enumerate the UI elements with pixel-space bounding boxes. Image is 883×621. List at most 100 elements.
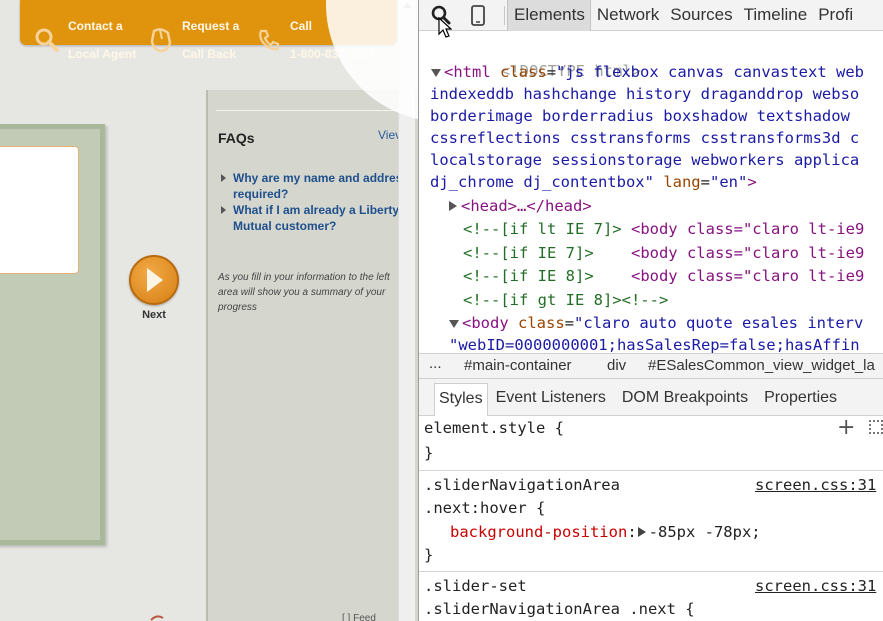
form-input-area[interactable]	[0, 146, 79, 274]
faq-title: FAQs	[218, 130, 255, 146]
html-class-value-2: indexeddb hashchange history draganddrop…	[430, 85, 860, 103]
expand-triangle-icon[interactable]	[449, 201, 457, 211]
tab-timeline[interactable]: Timeline	[738, 0, 813, 31]
dom-html-line-cont[interactable]: localstorage sessionstorage webworkers a…	[430, 149, 859, 171]
element-state-toggle-icon[interactable]	[869, 420, 883, 434]
tab-dom-breakpoints[interactable]: DOM Breakpoints	[618, 383, 752, 416]
next-button[interactable]	[129, 255, 179, 305]
css-rule[interactable]: .slider-set screen.css:31 .sliderNavigat…	[419, 573, 883, 621]
feedback-link[interactable]: [ ] Feed	[342, 613, 376, 621]
dom-breadcrumbs: ... #main-container div #ESalesCommon_vi…	[419, 353, 883, 379]
dom-html-line-cont[interactable]: borderimage borderradius boxshadow texts…	[430, 105, 850, 127]
html-lang-attr: lang	[663, 173, 701, 191]
contact-agent-line1: Contact a	[68, 19, 123, 33]
dom-html-line-end[interactable]: dj_chrome dj_contentbox" lang="en">	[430, 171, 757, 193]
device-mode-phone-icon[interactable]	[466, 3, 490, 27]
faq-item[interactable]: What if I am already a Liberty Mutual cu…	[220, 202, 418, 234]
dom-head-line[interactable]: <head>…</head>	[449, 195, 592, 217]
dom-doctype-line[interactable]: <!DOCTYPE html>	[445, 38, 641, 80]
css-property-value[interactable]: -85px -78px;	[649, 523, 761, 541]
breadcrumb-div[interactable]: div	[607, 357, 626, 374]
rule-selector-line2: .next:hover {	[424, 499, 546, 517]
sidebar-tabs: Styles Event Listeners DOM Breakpoints P…	[419, 379, 883, 416]
rule-selector-line1: .sliderNavigationArea	[424, 476, 620, 494]
expand-value-triangle-icon[interactable]	[637, 527, 646, 537]
tab-profiles[interactable]: Profi	[812, 0, 858, 31]
call-back-line1: Request a	[182, 19, 240, 33]
tab-sources[interactable]: Sources	[664, 0, 737, 31]
dom-body-line[interactable]: <body class="claro auto quote esales int…	[449, 312, 863, 334]
conditional-comment: <!--[if IE 8]>	[463, 267, 622, 285]
tab-network[interactable]: Network	[591, 0, 664, 31]
contact-local-agent-link[interactable]: Contact a Local Agent	[34, 5, 136, 75]
new-style-rule-plus-icon[interactable]: +	[837, 417, 855, 439]
body-tag-name: body	[471, 314, 509, 332]
faq-question: What if I am already a Liberty Mutual cu…	[233, 203, 400, 233]
breadcrumb-ellipsis[interactable]: ...	[429, 355, 442, 372]
tab-properties[interactable]: Properties	[760, 383, 841, 416]
faq-question: Why are my name and addres required?	[233, 171, 403, 201]
css-rule[interactable]: .sliderNavigationArea screen.css:31 .nex…	[419, 472, 883, 572]
web-page-viewport: Contact a Local Agent Request a Call Bac…	[0, 0, 418, 621]
devtools-panel: Elements Network Sources Timeline Profi …	[418, 0, 883, 621]
tab-elements[interactable]: Elements	[507, 0, 591, 31]
faq-divider	[216, 110, 418, 111]
html-class-value-4: cssreflections csstransforms csstransfor…	[430, 129, 860, 147]
contact-agent-line2: Local Agent	[68, 47, 137, 61]
call-phone-number: 1-800-837-5254	[290, 47, 376, 61]
html-lang-value: "en"	[709, 173, 748, 191]
dom-body-line-cont[interactable]: "webID=0000000001;hasSalesRep=false;hasA…	[449, 334, 860, 353]
call-back-line2: Call Back	[182, 47, 237, 61]
page-scrollbar[interactable]	[398, 0, 415, 621]
comment-body-tag: <body class="claro lt-ie9	[630, 267, 865, 285]
request-call-back-link[interactable]: Request a Call Back	[148, 5, 239, 75]
rule-close: }	[424, 546, 434, 564]
element-style-rule[interactable]: element.style { } +	[419, 416, 883, 471]
dom-html-line-cont[interactable]: cssreflections csstransforms csstransfor…	[430, 127, 859, 149]
devtools-toolbar: Elements Network Sources Timeline Profi	[419, 0, 883, 31]
faq-list: Why are my name and addres required? Wha…	[220, 170, 418, 234]
toolbar-divider	[504, 6, 505, 25]
head-collapsed: <head>…</head>	[461, 197, 592, 215]
magnifier-icon	[35, 28, 59, 52]
tab-styles[interactable]: Styles	[434, 383, 488, 416]
dom-html-line[interactable]: <html class="js flexbox canvas canvastex…	[431, 61, 864, 83]
collapse-triangle-icon[interactable]	[449, 320, 459, 328]
conditional-comment: <!--[if IE 7]>	[463, 244, 622, 262]
dom-tree[interactable]: <!DOCTYPE html> <html class="js flexbox …	[419, 31, 883, 353]
html-class-value-3: borderimage borderradius boxshadow texts…	[430, 107, 850, 125]
css-property-line[interactable]: background-position: -85px -78px;	[450, 521, 761, 544]
dom-comment-line[interactable]: <!--[if IE 8]> <body class="claro lt-ie9	[463, 265, 864, 287]
body-webid-value: "webID=0000000001;hasSalesRep=false;hasA…	[449, 336, 860, 353]
call-phone-link[interactable]: Call 1-800-837-5254	[256, 5, 375, 75]
comment-body-tag: <body class="claro lt-ie9	[630, 220, 865, 238]
breadcrumb-widget[interactable]: #ESalesCommon_view_widget_la	[648, 357, 875, 374]
mouse-cursor-icon	[438, 17, 452, 38]
faq-item[interactable]: Why are my name and addres required?	[220, 170, 418, 202]
dom-comment-line[interactable]: <!--[if IE 7]> <body class="claro lt-ie9	[463, 242, 864, 264]
dom-comment-line[interactable]: <!--[if gt IE 8]><!-->	[463, 289, 668, 311]
collapse-triangle-icon[interactable]	[431, 69, 441, 77]
html-class-value-6: dj_chrome dj_contentbox"	[430, 173, 654, 191]
mouse-icon	[150, 28, 172, 53]
dom-html-line-cont[interactable]: indexeddb hashchange history draganddrop…	[430, 83, 859, 105]
rule-source-link[interactable]: screen.css:31	[755, 474, 876, 497]
breadcrumb-main-container[interactable]: #main-container	[464, 357, 572, 374]
progress-summary-note: As you fill in your information to the l…	[218, 272, 390, 313]
element-style-selector: element.style {	[424, 419, 564, 437]
scroll-up-arrow-icon[interactable]	[403, 3, 411, 8]
call-line1: Call	[290, 19, 313, 33]
expand-triangle-icon	[221, 206, 226, 214]
css-property-name: background-position	[450, 523, 628, 541]
html-class-value-1: "js flexbox canvas canvastext web	[556, 63, 864, 81]
html-class-attr: class	[500, 63, 547, 81]
phone-icon	[259, 29, 280, 51]
comment-body-tag: <body class="claro lt-ie9	[630, 244, 865, 262]
tab-event-listeners[interactable]: Event Listeners	[492, 383, 610, 416]
panel-tabs: Elements Network Sources Timeline Profi	[507, 0, 858, 31]
dom-comment-line[interactable]: <!--[if lt IE 7]> <body class="claro lt-…	[463, 218, 864, 240]
conditional-comment: <!--[if gt IE 8]><!-->	[463, 291, 669, 309]
rule-selector-line1: .slider-set	[424, 577, 527, 595]
next-label: Next	[142, 309, 166, 321]
rule-source-link[interactable]: screen.css:31	[755, 575, 876, 598]
